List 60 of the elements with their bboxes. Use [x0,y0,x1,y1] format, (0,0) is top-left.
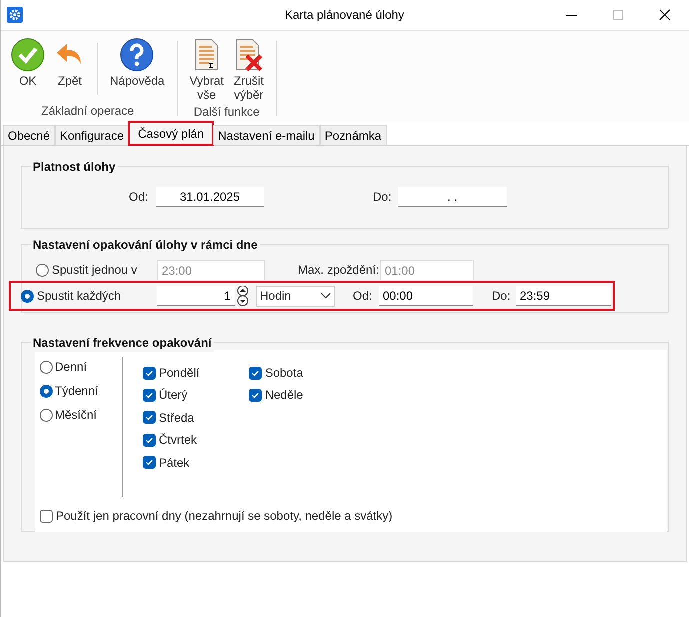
tab[interactable]: Konfigurace [55,125,130,145]
checkbox[interactable] [143,366,156,380]
radio-label: Spustit jednou v [52,262,138,279]
radio-label: Spustit každých [37,288,122,305]
document-delete-icon [234,39,264,71]
field-label: Do: [373,189,393,206]
tab[interactable]: Obecné [3,125,56,145]
help-icon [120,38,154,72]
radio-label: Měsíční [55,407,98,424]
spinner-icon[interactable] [237,286,249,306]
checkbox-label: Pondělí [159,365,200,382]
group-label: Základní operace [41,103,134,120]
checkbox[interactable] [143,456,156,470]
toolbar-button[interactable]: Vybrat vše [186,37,228,102]
date-field[interactable]: 31.01.2025 [156,187,264,207]
radio-label: Týdenní [55,383,98,400]
field-label: Od: [353,288,374,305]
radio-button[interactable] [40,408,53,422]
toolbar-button[interactable]: OK [7,37,49,101]
unit-dropdown[interactable]: Hodin [256,286,335,306]
toolbar-button[interactable]: Nápověda [106,37,169,101]
field-label: Do: [492,288,512,305]
checkbox[interactable] [249,388,262,402]
checkbox[interactable] [143,411,156,424]
close-icon[interactable] [659,9,671,21]
tab[interactable]: Poznámka [320,125,387,145]
chevron-down-icon [321,293,331,299]
radio-button[interactable] [40,384,53,398]
field-label: Od: [129,189,150,206]
radio-button[interactable] [21,290,34,302]
checkmark-icon [11,38,45,72]
checkbox-label: Pátek [159,454,190,472]
toolbar-button[interactable]: Zrušit výběr [230,37,268,102]
date-field[interactable]: . . [398,187,507,207]
document-icon [192,39,221,71]
checkbox[interactable] [143,434,156,447]
checkbox-label: Úterý [159,387,188,404]
checkbox[interactable] [40,510,53,522]
toolbar-button[interactable]: Zpět [51,37,89,101]
checkbox-label: Čtvrtek [159,432,198,450]
checkbox-label: Použít jen pracovní dny (nezahrnují se soboty, neděle a svátky) [56,508,393,525]
radio-button[interactable] [40,360,53,374]
tab[interactable]: Časový plán [129,122,214,145]
group-label: Další funkce [194,104,260,121]
checkbox-label: Neděle [265,387,304,404]
time-field[interactable]: 23:00 [157,260,265,280]
field-label: Max. zpoždění: [298,262,380,279]
number-field[interactable]: 1 [157,286,235,306]
radio-button[interactable] [36,264,49,276]
window-title: Karta plánované úlohy [285,7,404,24]
checkbox-label: Středa [159,410,194,427]
radio-label: Denní [55,359,88,376]
time-field[interactable]: 01:00 [380,260,474,280]
tab[interactable]: Nastavení e-mailu [213,125,320,145]
time-field[interactable]: 00:00 [379,286,473,306]
time-field[interactable]: 23:59 [516,286,611,306]
checkbox[interactable] [249,366,262,380]
checkbox-label: Sobota [265,365,304,382]
gear-icon [7,7,23,23]
checkbox[interactable] [143,388,156,402]
